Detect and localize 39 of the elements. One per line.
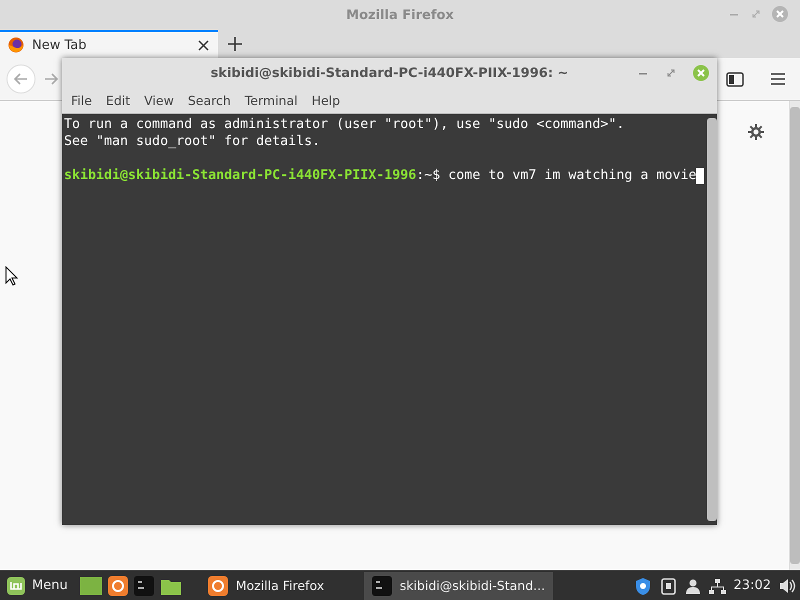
clock[interactable]: 23:02 <box>734 578 771 593</box>
menu-item[interactable]: Search <box>180 91 238 110</box>
prompt-symbol: :~$ <box>416 167 440 184</box>
terminal-output-line: To run a command as administrator (user "root"), use "sudo <command>". <box>64 116 626 133</box>
terminal-output-line: See "man sudo_root" for details. <box>64 133 322 150</box>
scrollbar-thumb[interactable] <box>707 118 717 521</box>
speaker-icon[interactable] <box>779 576 796 594</box>
menu-item[interactable]: View <box>137 91 181 110</box>
menu-icon[interactable] <box>770 71 786 87</box>
window-title: Mozilla Firefox <box>345 8 455 22</box>
maximize-icon[interactable] <box>665 67 677 79</box>
terminal-icon[interactable] <box>134 576 154 596</box>
menu-item[interactable]: Terminal <box>238 91 305 110</box>
settings-icon[interactable] <box>747 123 765 141</box>
browser-tab[interactable]: New Tab <box>0 30 218 58</box>
menu-button[interactable]: Menu <box>4 576 74 596</box>
browser-logo-icon <box>208 576 228 596</box>
tab-label: New Tab <box>32 38 88 52</box>
close-icon[interactable] <box>197 38 210 52</box>
sidebar-icon[interactable] <box>726 72 744 86</box>
plus-icon[interactable] <box>228 37 242 51</box>
scrollbar-thumb[interactable] <box>790 107 800 564</box>
taskbar-window-button[interactable]: skibidi@skibidi-Stand... <box>364 572 554 600</box>
menu-item[interactable]: Help <box>304 91 348 110</box>
browser-logo-icon <box>8 37 24 53</box>
desktop-icon[interactable] <box>80 576 102 596</box>
menu-item[interactable]: File <box>64 91 99 110</box>
prompt-user-host: skibidi@skibidi-Standard-PC-i440FX-PIIX-1996 <box>64 167 416 184</box>
window-title: skibidi@skibidi-Standard-PC-i440FX-PIIX-1996: ~ <box>210 66 570 80</box>
menu-item[interactable]: Edit <box>98 91 138 110</box>
text-cursor <box>696 168 704 184</box>
taskbar-window-button[interactable]: Mozilla Firefox <box>200 572 358 600</box>
terminal-icon <box>372 576 392 596</box>
shield-icon[interactable] <box>634 576 652 594</box>
mouse-pointer-icon <box>5 266 19 286</box>
browser-logo-icon[interactable] <box>108 576 128 596</box>
network-icon[interactable] <box>708 578 726 594</box>
typed-command: come to vm7 im watching a movie <box>448 167 696 184</box>
user-icon[interactable] <box>684 578 701 594</box>
